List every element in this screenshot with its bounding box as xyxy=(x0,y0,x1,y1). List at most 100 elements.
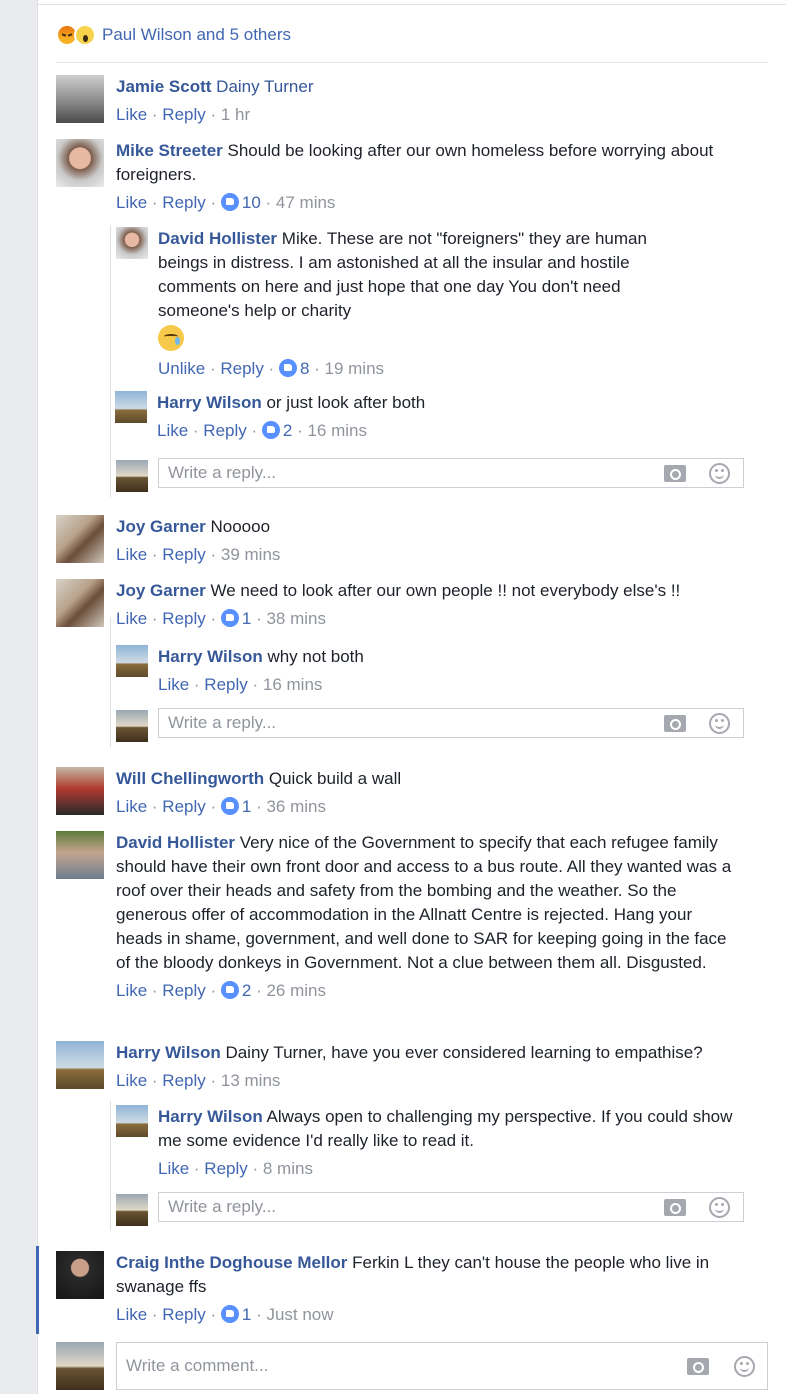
reply-thread-line xyxy=(110,1101,111,1231)
avatar[interactable] xyxy=(56,515,104,563)
avatar[interactable] xyxy=(56,1251,104,1299)
commenter-name[interactable]: Craig Inthe Doghouse Mellor xyxy=(116,1253,347,1272)
avatar[interactable] xyxy=(116,227,148,259)
comment-time[interactable]: 19 mins xyxy=(325,359,385,378)
emoji-icon[interactable] xyxy=(734,1356,755,1377)
reply-link[interactable]: Reply xyxy=(162,797,205,816)
commenter-name[interactable]: Joy Garner xyxy=(116,517,206,536)
commenter-name[interactable]: Joy Garner xyxy=(116,581,206,600)
comment-input[interactable] xyxy=(117,1343,767,1389)
emoji-icon[interactable] xyxy=(709,713,730,734)
like-link[interactable]: Like xyxy=(116,609,147,628)
avatar[interactable] xyxy=(56,767,104,815)
comment-time[interactable]: 1 hr xyxy=(221,105,250,124)
reply-link[interactable]: Reply xyxy=(162,1071,205,1090)
like-count[interactable]: 2 xyxy=(242,981,251,1000)
reply-link[interactable]: Reply xyxy=(204,675,247,694)
avatar[interactable] xyxy=(56,139,104,187)
like-count[interactable]: 8 xyxy=(300,359,309,378)
reply-link[interactable]: Reply xyxy=(220,359,263,378)
commenter-name[interactable]: Harry Wilson xyxy=(116,1043,221,1062)
like-count-icon xyxy=(220,609,239,627)
reaction-names-link[interactable]: Paul Wilson and 5 others xyxy=(102,25,291,45)
commenter-name[interactable]: David Hollister xyxy=(116,833,235,852)
reply-link[interactable]: Reply xyxy=(162,1305,205,1324)
like-link[interactable]: Like xyxy=(158,675,189,694)
left-gutter xyxy=(0,0,38,1394)
like-count[interactable]: 1 xyxy=(242,609,251,628)
avatar[interactable] xyxy=(115,391,147,423)
emoji-icon[interactable] xyxy=(709,463,730,484)
like-link[interactable]: Like xyxy=(116,105,147,124)
reply-input[interactable] xyxy=(159,459,743,487)
reply-link[interactable]: Reply xyxy=(162,105,205,124)
reply-link[interactable]: Reply xyxy=(162,609,205,628)
comment-time[interactable]: 26 mins xyxy=(266,981,326,1000)
reply-input[interactable] xyxy=(159,1193,743,1221)
comment-text[interactable]: Dainy Turner xyxy=(216,77,313,96)
avatar[interactable] xyxy=(56,831,104,879)
comment-time[interactable]: 16 mins xyxy=(307,421,367,440)
commenter-name[interactable]: Harry Wilson xyxy=(158,647,263,666)
comment-time[interactable]: Just now xyxy=(266,1305,333,1324)
like-link[interactable]: Like xyxy=(116,1071,147,1090)
comment-text: Nooooo xyxy=(210,517,271,536)
like-link[interactable]: Like xyxy=(116,193,147,212)
comment-time[interactable]: 36 mins xyxy=(266,797,326,816)
like-count[interactable]: 2 xyxy=(283,421,292,440)
commenter-name[interactable]: David Hollister xyxy=(158,229,277,248)
emoji-icon[interactable] xyxy=(709,1197,730,1218)
comment-actions: Like · Reply · 1 · 36 mins xyxy=(116,797,326,816)
like-count[interactable]: 10 xyxy=(242,193,261,212)
current-user-avatar xyxy=(116,1194,148,1226)
like-link[interactable]: Like xyxy=(158,1159,189,1178)
like-count-icon xyxy=(220,981,239,999)
camera-icon[interactable] xyxy=(664,465,686,482)
comment-time[interactable]: 47 mins xyxy=(276,193,336,212)
sad-emoji-icon xyxy=(158,325,184,351)
like-link[interactable]: Like xyxy=(157,421,188,440)
comment-actions: Like · Reply · 1 · 38 mins xyxy=(116,609,326,628)
comment-actions: Unlike · Reply · 8 · 19 mins xyxy=(158,359,385,378)
unlike-link[interactable]: Unlike xyxy=(158,359,205,378)
reply-link[interactable]: Reply xyxy=(162,545,205,564)
reply-link[interactable]: Reply xyxy=(162,193,205,212)
reply-link[interactable]: Reply xyxy=(162,981,205,1000)
camera-icon[interactable] xyxy=(664,1199,686,1216)
commenter-name[interactable]: Harry Wilson xyxy=(157,393,262,412)
like-link[interactable]: Like xyxy=(116,545,147,564)
like-link[interactable]: Like xyxy=(116,981,147,1000)
comment-box xyxy=(116,1342,768,1390)
like-link[interactable]: Like xyxy=(116,1305,147,1324)
comment-text: why not both xyxy=(267,647,364,666)
comment-time[interactable]: 38 mins xyxy=(266,609,326,628)
comment-actions: Like · Reply · 2 · 26 mins xyxy=(116,981,326,1000)
commenter-name[interactable]: Will Chellingworth xyxy=(116,769,264,788)
reply-thread-line xyxy=(110,617,111,747)
reaction-summary[interactable]: Paul Wilson and 5 others xyxy=(56,21,291,49)
avatar[interactable] xyxy=(56,579,104,627)
like-link[interactable]: Like xyxy=(116,797,147,816)
comment-time[interactable]: 13 mins xyxy=(221,1071,281,1090)
like-count[interactable]: 1 xyxy=(242,1305,251,1324)
commenter-name[interactable]: Mike Streeter xyxy=(116,141,223,160)
reply-link[interactable]: Reply xyxy=(203,421,246,440)
avatar[interactable] xyxy=(56,75,104,123)
like-count[interactable]: 1 xyxy=(242,797,251,816)
reply-input[interactable] xyxy=(159,709,743,737)
avatar[interactable] xyxy=(56,1041,104,1089)
camera-icon[interactable] xyxy=(687,1358,709,1375)
avatar[interactable] xyxy=(116,645,148,677)
reply-box xyxy=(158,1192,744,1222)
camera-icon[interactable] xyxy=(664,715,686,732)
reply-link[interactable]: Reply xyxy=(204,1159,247,1178)
comment-time[interactable]: 39 mins xyxy=(221,545,281,564)
reply-box xyxy=(158,458,744,488)
reply-thread-line xyxy=(110,225,111,497)
avatar[interactable] xyxy=(116,1105,148,1137)
comment-time[interactable]: 8 mins xyxy=(263,1159,313,1178)
comment-actions: Like · Reply · 1 · Just now xyxy=(116,1305,334,1324)
comment-time[interactable]: 16 mins xyxy=(263,675,323,694)
commenter-name[interactable]: Jamie Scott xyxy=(116,77,211,96)
commenter-name[interactable]: Harry Wilson xyxy=(158,1107,263,1126)
